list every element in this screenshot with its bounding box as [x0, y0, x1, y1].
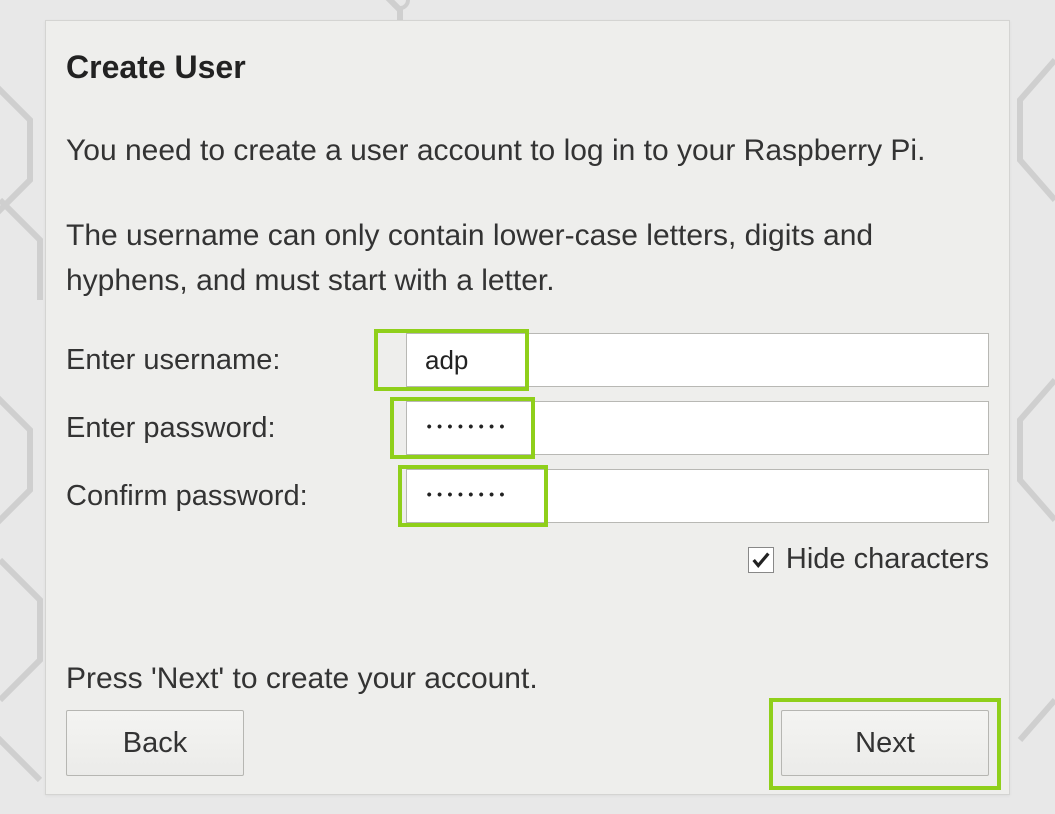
- username-label: Enter username:: [66, 344, 398, 377]
- password-input[interactable]: [406, 401, 989, 455]
- back-button[interactable]: Back: [66, 710, 244, 776]
- password-row: Enter password:: [66, 401, 989, 455]
- dialog-title: Create User: [66, 49, 989, 86]
- hide-characters-label: Hide characters: [786, 543, 989, 576]
- next-button[interactable]: Next: [781, 710, 989, 776]
- checkmark-icon: [750, 549, 772, 571]
- button-row: Back Next: [66, 710, 989, 776]
- confirm-password-label: Confirm password:: [66, 480, 398, 513]
- password-label: Enter password:: [66, 412, 398, 445]
- username-input[interactable]: [406, 333, 989, 387]
- dialog-description: You need to create a user account to log…: [66, 128, 989, 173]
- hide-characters-row: Hide characters: [66, 543, 989, 576]
- hide-characters-checkbox[interactable]: [748, 547, 774, 573]
- confirm-password-input[interactable]: [406, 469, 989, 523]
- create-user-dialog: Create User You need to create a user ac…: [45, 20, 1010, 795]
- confirm-password-row: Confirm password:: [66, 469, 989, 523]
- dialog-hint: The username can only contain lower-case…: [66, 213, 989, 303]
- username-row: Enter username:: [66, 333, 989, 387]
- footer-instruction: Press 'Next' to create your account.: [66, 662, 989, 696]
- user-form: Enter username: Enter password: Confirm …: [66, 333, 989, 523]
